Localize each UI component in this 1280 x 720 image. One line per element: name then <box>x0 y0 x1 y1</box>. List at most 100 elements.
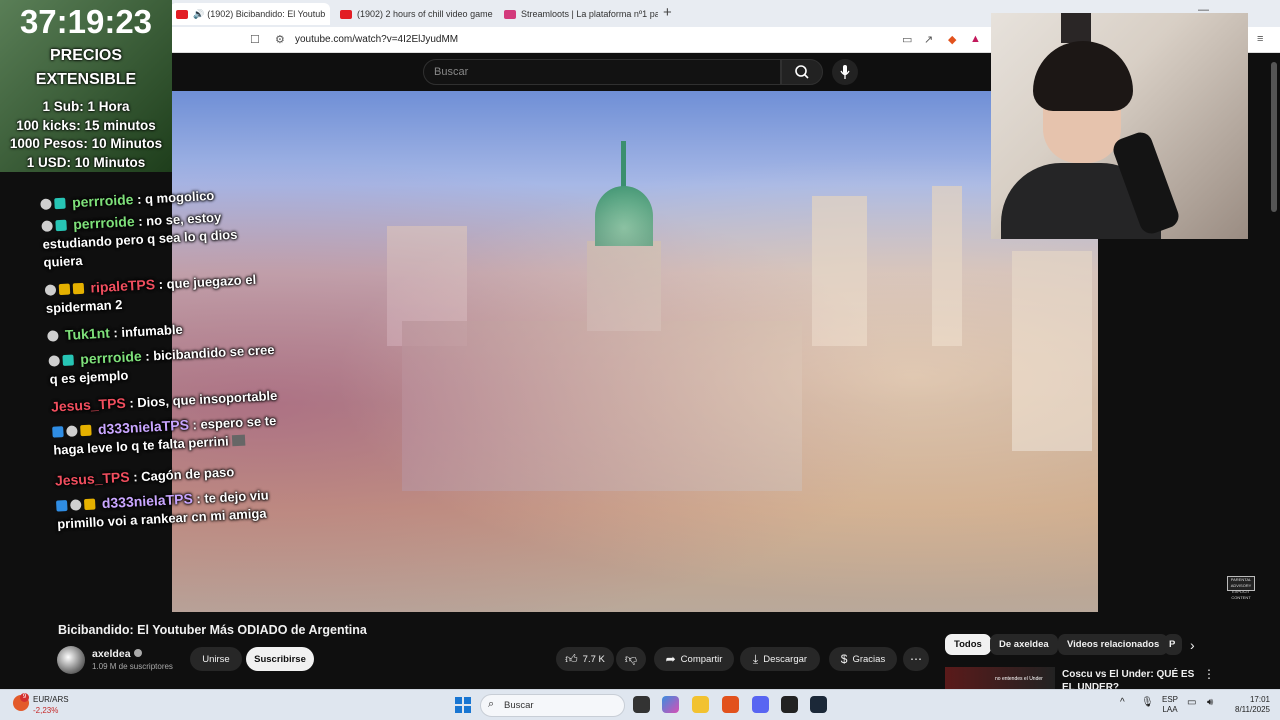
pricing-title: PRECIOS <box>49 47 122 64</box>
page-scrollbar[interactable] <box>1271 62 1277 212</box>
clock-time: 17:01 <box>1249 695 1270 704</box>
brave-browser-icon[interactable] <box>722 696 739 713</box>
chip-todos[interactable]: Todos <box>945 634 991 655</box>
stock-change: -2,23% <box>33 706 59 715</box>
badge-icon <box>40 198 52 210</box>
url-field[interactable]: youtube.com/watch?v=4I2ElJyudMM <box>295 34 458 45</box>
search-input[interactable]: Buscar <box>423 59 781 85</box>
discord-icon[interactable] <box>752 696 769 713</box>
chat-text: : Dios, que insoportable <box>128 387 278 411</box>
channel-name[interactable]: axeldea <box>92 648 142 660</box>
badge-icon <box>48 355 60 367</box>
mic-tray-icon[interactable]: 🎙︎ <box>1141 698 1154 708</box>
language-code: ESP <box>1162 695 1179 704</box>
price-line: 1 Sub: 1 Hora <box>42 99 130 114</box>
copilot-icon[interactable] <box>662 696 679 713</box>
badge-icon <box>41 220 53 232</box>
youtube-favicon-icon <box>176 9 188 19</box>
subathon-timer: 37:19:23 <box>19 3 153 40</box>
windows-taskbar: 9 EUR/ARS -2,23% ⌕ Buscar ^ 🎙︎ ESP LAA ▭ … <box>0 689 1280 720</box>
menu-icon[interactable]: ≡ <box>1257 33 1263 45</box>
voice-search-button[interactable] <box>832 59 858 85</box>
price-line: 1000 Pesos: 10 Minutos <box>9 136 163 151</box>
chip-videos-relacionados[interactable]: Videos relacionados <box>1058 634 1169 655</box>
tab-title: (1902) 2 hours of chill video game m <box>357 9 494 19</box>
steam-icon[interactable] <box>810 696 827 713</box>
share-page-icon[interactable]: ↗ <box>924 33 933 46</box>
thanks-label: Gracias <box>852 653 886 665</box>
tab-chill-music[interactable]: (1902) 2 hours of chill video game m <box>334 3 494 25</box>
search-icon <box>795 65 809 79</box>
thanks-icon: $ <box>840 652 848 666</box>
volume-icon[interactable]: 🔊︎ <box>1207 698 1213 708</box>
search-button[interactable] <box>781 59 823 85</box>
share-label: Compartir <box>680 653 723 665</box>
share-button[interactable]: ➦ Compartir <box>654 647 734 671</box>
like-icon: 👍︎ <box>565 651 578 666</box>
related-thumbnail[interactable]: no entendes el Under <box>945 667 1055 689</box>
emote-icon <box>232 434 246 447</box>
tray-overflow-icon[interactable]: ^ <box>1120 698 1125 708</box>
mic-icon <box>840 65 850 79</box>
windows-start-icon[interactable] <box>455 697 471 713</box>
price-line: 100 kicks: 15 minutos <box>16 118 156 133</box>
streamer-hair <box>1033 41 1133 111</box>
price-line: 1 USD: 10 Minutos <box>26 155 146 170</box>
language-indicator[interactable]: ESP LAA <box>1162 695 1178 715</box>
crown-badge-icon <box>72 282 85 295</box>
clock[interactable]: 17:01 8/11/2025 <box>1226 695 1270 715</box>
badge-icon <box>69 499 82 511</box>
chat-message: d333nielaTPS : te dejo viu primillo voi … <box>56 485 288 534</box>
tv-badge-icon <box>55 219 67 232</box>
crown-badge-icon <box>80 424 92 437</box>
more-icon: ⋯ <box>910 652 922 666</box>
tab-bicibandido[interactable]: 🔊 (1902) Bicibandido: El Youtub ✕ <box>170 3 330 25</box>
pricing-subtitle: EXTENSIBLE <box>35 71 137 88</box>
chat-username: perrroide <box>71 191 134 211</box>
streamloots-favicon-icon <box>504 9 516 19</box>
channel-name-text: axeldea <box>92 648 131 660</box>
pricing-heading: PRECIOS EXTENSIBLE <box>0 44 172 92</box>
new-tab-button[interactable]: + <box>663 4 672 21</box>
tab-streamloots[interactable]: Streamloots | La plataforma nº1 para <box>498 3 658 25</box>
chip-label: P <box>1169 639 1176 650</box>
youtube-favicon-icon <box>340 9 352 19</box>
share-icon: ➦ <box>665 652 676 666</box>
bookmark-icon[interactable]: ☐ <box>250 33 260 46</box>
like-button[interactable]: 👍︎ 7.7 K <box>556 647 614 671</box>
tab-title: Streamloots | La plataforma nº1 para <box>521 9 658 19</box>
webcam-overlay <box>991 13 1248 239</box>
download-label: Descargar <box>763 653 808 665</box>
thanks-button[interactable]: $ Gracias <box>829 647 897 671</box>
obs-icon[interactable] <box>781 696 798 713</box>
taskbar-search[interactable]: ⌕ Buscar <box>480 694 625 717</box>
blue-badge-icon <box>52 426 64 438</box>
related-more-icon[interactable]: ⋮ <box>1203 667 1215 681</box>
chat-username: Tuk1nt <box>64 324 111 343</box>
task-view-icon[interactable] <box>633 696 650 713</box>
chip-de-axeldea[interactable]: De axeldea <box>990 634 1058 655</box>
channel-avatar[interactable] <box>57 646 85 674</box>
monitor-icon[interactable]: ▭ <box>1187 698 1196 708</box>
taskbar-search-label: Buscar <box>504 700 534 711</box>
badge-icon <box>66 425 78 437</box>
brave-rewards-icon[interactable]: ▲ <box>970 33 981 45</box>
join-button[interactable]: Unirse <box>190 647 242 671</box>
file-explorer-icon[interactable] <box>692 696 709 713</box>
chip-more[interactable]: P <box>1164 634 1182 655</box>
subscribe-button[interactable]: Suscribirse <box>246 647 314 671</box>
thumbnail-text: no entendes el Under <box>995 676 1043 682</box>
cast-icon[interactable]: ▭ <box>902 33 912 46</box>
chat-username: ripaleTPS <box>90 276 156 296</box>
more-actions-button[interactable]: ⋯ <box>903 647 929 671</box>
chat-overlay: perrroide : q mogolico perrroide : no se… <box>40 182 300 574</box>
video-player[interactable] <box>172 91 1098 612</box>
dislike-button[interactable]: 👎︎ <box>616 647 646 671</box>
chevron-right-icon[interactable]: › <box>1190 637 1195 653</box>
dislike-icon: 👎︎ <box>624 651 638 666</box>
chip-label: Videos relacionados <box>1067 639 1160 650</box>
brave-shield-icon[interactable]: ◆ <box>948 33 956 46</box>
chat-username: Jesus_TPS <box>54 468 131 489</box>
download-button[interactable]: ⤓ Descargar <box>740 647 820 671</box>
site-info-icon[interactable]: ⚙ <box>275 33 285 46</box>
